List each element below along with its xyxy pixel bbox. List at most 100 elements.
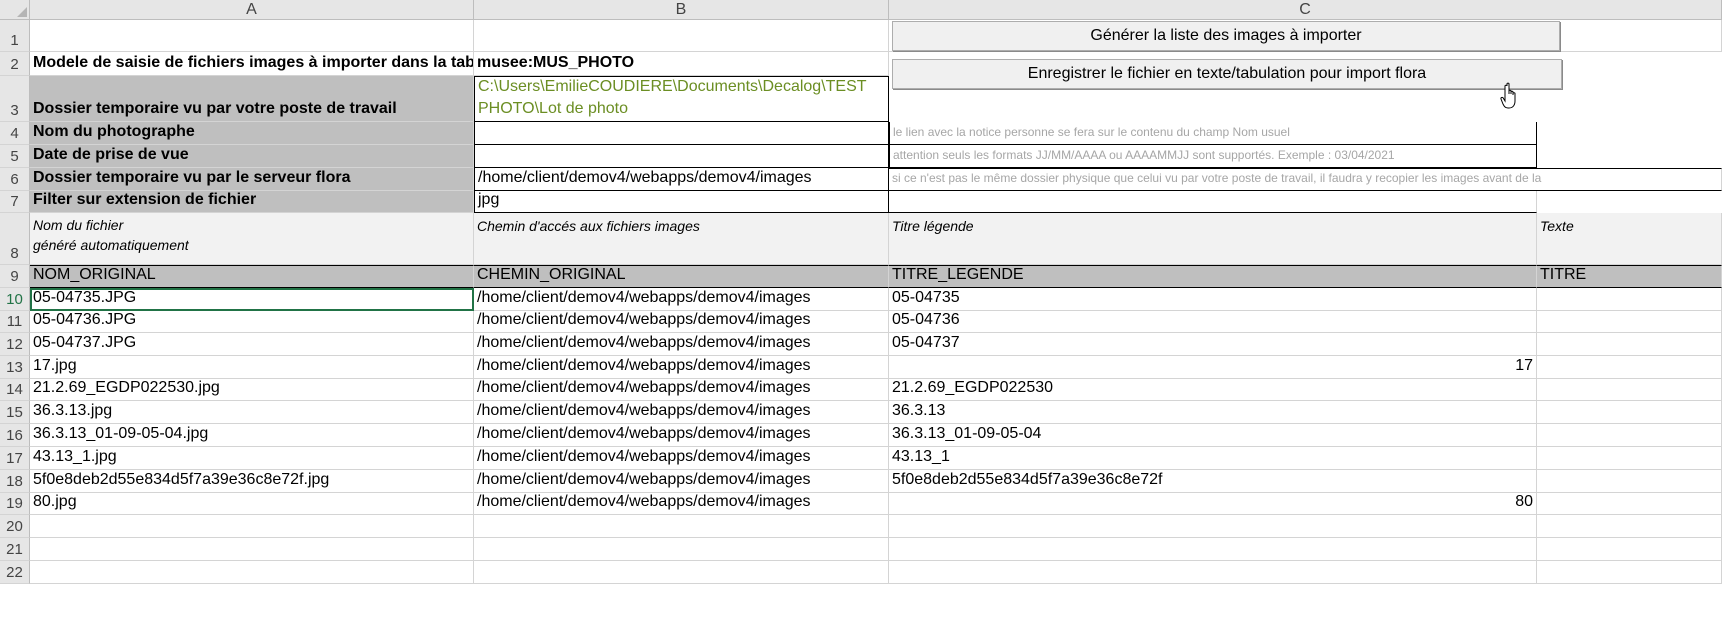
table-row-18-d[interactable] [1537,470,1722,493]
table-row-17-d[interactable] [1537,447,1722,470]
column-header-b[interactable]: B [474,0,889,20]
table-row-16-file-name[interactable]: 36.3.13_01-09-05-04.jpg [30,424,474,447]
cell-a22[interactable] [30,561,474,584]
table-row-12-file-name[interactable]: 05-04737.JPG [30,333,474,356]
cell-a1[interactable] [30,20,474,52]
row-header-7[interactable]: 7 [0,191,30,213]
row-header-12[interactable]: 12 [0,333,30,356]
table-row-16-d[interactable] [1537,424,1722,447]
table-row-16-path[interactable]: /home/client/demov4/webapps/demov4/image… [474,424,889,447]
desc-caption-title[interactable]: Titre légende [889,213,1537,265]
value-temp-folder-client[interactable]: C:\Users\EmilieCOUDIERE\Documents\Decalo… [474,76,889,122]
row-header-2[interactable]: 2 [0,52,30,76]
table-row-17-title[interactable]: 43.13_1 [889,447,1537,470]
cell-c7[interactable] [889,191,1537,213]
table-row-18-file-name[interactable]: 5f0e8deb2d55e834d5f7a39e36c8e72f.jpg [30,470,474,493]
row-header-1[interactable]: 1 [0,20,30,52]
table-row-11-path[interactable]: /home/client/demov4/webapps/demov4/image… [474,311,889,333]
row-header-18[interactable]: 18 [0,470,30,493]
row-header-21[interactable]: 21 [0,538,30,561]
table-row-19-file-name[interactable]: 80.jpg [30,493,474,515]
table-row-11-file-name[interactable]: 05-04736.JPG [30,311,474,333]
value-temp-folder-server[interactable]: /home/client/demov4/webapps/demov4/image… [474,168,889,191]
field-chemin-original[interactable]: CHEMIN_ORIGINAL [474,265,889,288]
row-header-4[interactable]: 4 [0,122,30,145]
row-header-5[interactable]: 5 [0,145,30,168]
table-row-10-title[interactable]: 05-04735 [889,288,1537,311]
field-nom-original[interactable]: NOM_ORIGINAL [30,265,474,288]
row-header-6[interactable]: 6 [0,168,30,191]
label-photographer[interactable]: Nom du photographe [30,122,474,145]
row-header-10[interactable]: 10 [0,288,30,311]
table-row-17-path[interactable]: /home/client/demov4/webapps/demov4/image… [474,447,889,470]
label-temp-folder-server[interactable]: Dossier temporaire vu par le serveur flo… [30,168,474,191]
row-header-22[interactable]: 22 [0,561,30,584]
label-temp-folder-client[interactable]: Dossier temporaire vu par votre poste de… [30,76,474,122]
table-row-16-title[interactable]: 36.3.13_01-09-05-04 [889,424,1537,447]
table-row-10-d[interactable] [1537,288,1722,311]
column-header-c[interactable]: C [889,0,1722,20]
column-header-a[interactable]: A [30,0,474,20]
table-row-15-d[interactable] [1537,401,1722,424]
table-row-15-path[interactable]: /home/client/demov4/webapps/demov4/image… [474,401,889,424]
table-row-14-file-name[interactable]: 21.2.69_EGDP022530.jpg [30,379,474,401]
note-shot-date[interactable]: attention seuls les formats JJ/MM/AAAA o… [889,145,1537,168]
cell-a21[interactable] [30,538,474,561]
table-row-12-path[interactable]: /home/client/demov4/webapps/demov4/image… [474,333,889,356]
table-row-15-title[interactable]: 36.3.13 [889,401,1537,424]
cell-c20[interactable] [889,515,1537,538]
value-photographer[interactable] [474,122,889,145]
note-temp-folder-server[interactable]: si ce n'est pas le même dossier physique… [889,168,1722,191]
table-row-14-d[interactable] [1537,379,1722,401]
cell-a20[interactable] [30,515,474,538]
row-header-14[interactable]: 14 [0,379,30,401]
cell-d21[interactable] [1537,538,1722,561]
desc-text[interactable]: Texte [1537,213,1722,265]
note-photographer[interactable]: le lien avec la notice personne se fera … [889,122,1537,145]
table-row-19-title[interactable]: 80 [889,493,1537,515]
row-header-8[interactable]: 8 [0,213,30,265]
row-header-11[interactable]: 11 [0,311,30,333]
table-row-18-path[interactable]: /home/client/demov4/webapps/demov4/image… [474,470,889,493]
cell-table-name[interactable]: musee:MUS_PHOTO [474,52,889,76]
table-row-14-path[interactable]: /home/client/demov4/webapps/demov4/image… [474,379,889,401]
cell-b20[interactable] [474,515,889,538]
cell-c22[interactable] [889,561,1537,584]
row-header-3[interactable]: 3 [0,76,30,122]
table-row-15-file-name[interactable]: 36.3.13.jpg [30,401,474,424]
table-row-13-path[interactable]: /home/client/demov4/webapps/demov4/image… [474,356,889,379]
select-all-corner[interactable] [0,0,30,20]
save-tab-file-button[interactable]: Enregistrer le fichier en texte/tabulati… [892,59,1562,89]
row-header-20[interactable]: 20 [0,515,30,538]
row-header-15[interactable]: 15 [0,401,30,424]
table-row-11-title[interactable]: 05-04736 [889,311,1537,333]
field-titre-legende[interactable]: TITRE_LEGENDE [889,265,1537,288]
generate-list-button[interactable]: Générer la liste des images à importer [892,21,1560,51]
cell-d20[interactable] [1537,515,1722,538]
desc-file-name[interactable]: Nom du fichier généré automatiquement [30,213,474,265]
table-row-17-file-name[interactable]: 43.13_1.jpg [30,447,474,470]
table-row-19-d[interactable] [1537,493,1722,515]
row-header-19[interactable]: 19 [0,493,30,515]
cell-b22[interactable] [474,561,889,584]
cell-c21[interactable] [889,538,1537,561]
table-row-13-title[interactable]: 17 [889,356,1537,379]
table-row-10-path[interactable]: /home/client/demov4/webapps/demov4/image… [474,288,889,311]
field-titre[interactable]: TITRE [1537,265,1722,288]
row-header-9[interactable]: 9 [0,265,30,288]
table-row-19-path[interactable]: /home/client/demov4/webapps/demov4/image… [474,493,889,515]
value-extension-filter[interactable]: jpg [474,191,889,213]
table-row-11-d[interactable] [1537,311,1722,333]
row-header-13[interactable]: 13 [0,356,30,379]
cell-d22[interactable] [1537,561,1722,584]
cell-b1[interactable] [474,20,889,52]
table-row-18-title[interactable]: 5f0e8deb2d55e834d5f7a39e36c8e72f [889,470,1537,493]
table-row-13-file-name[interactable]: 17.jpg [30,356,474,379]
desc-file-path[interactable]: Chemin d'accés aux fichiers images [474,213,889,265]
row-header-16[interactable]: 16 [0,424,30,447]
value-shot-date[interactable] [474,145,889,168]
table-row-12-title[interactable]: 05-04737 [889,333,1537,356]
cell-model-title[interactable]: Modele de saisie de fichiers images à im… [30,52,474,76]
table-row-12-d[interactable] [1537,333,1722,356]
cell-b21[interactable] [474,538,889,561]
